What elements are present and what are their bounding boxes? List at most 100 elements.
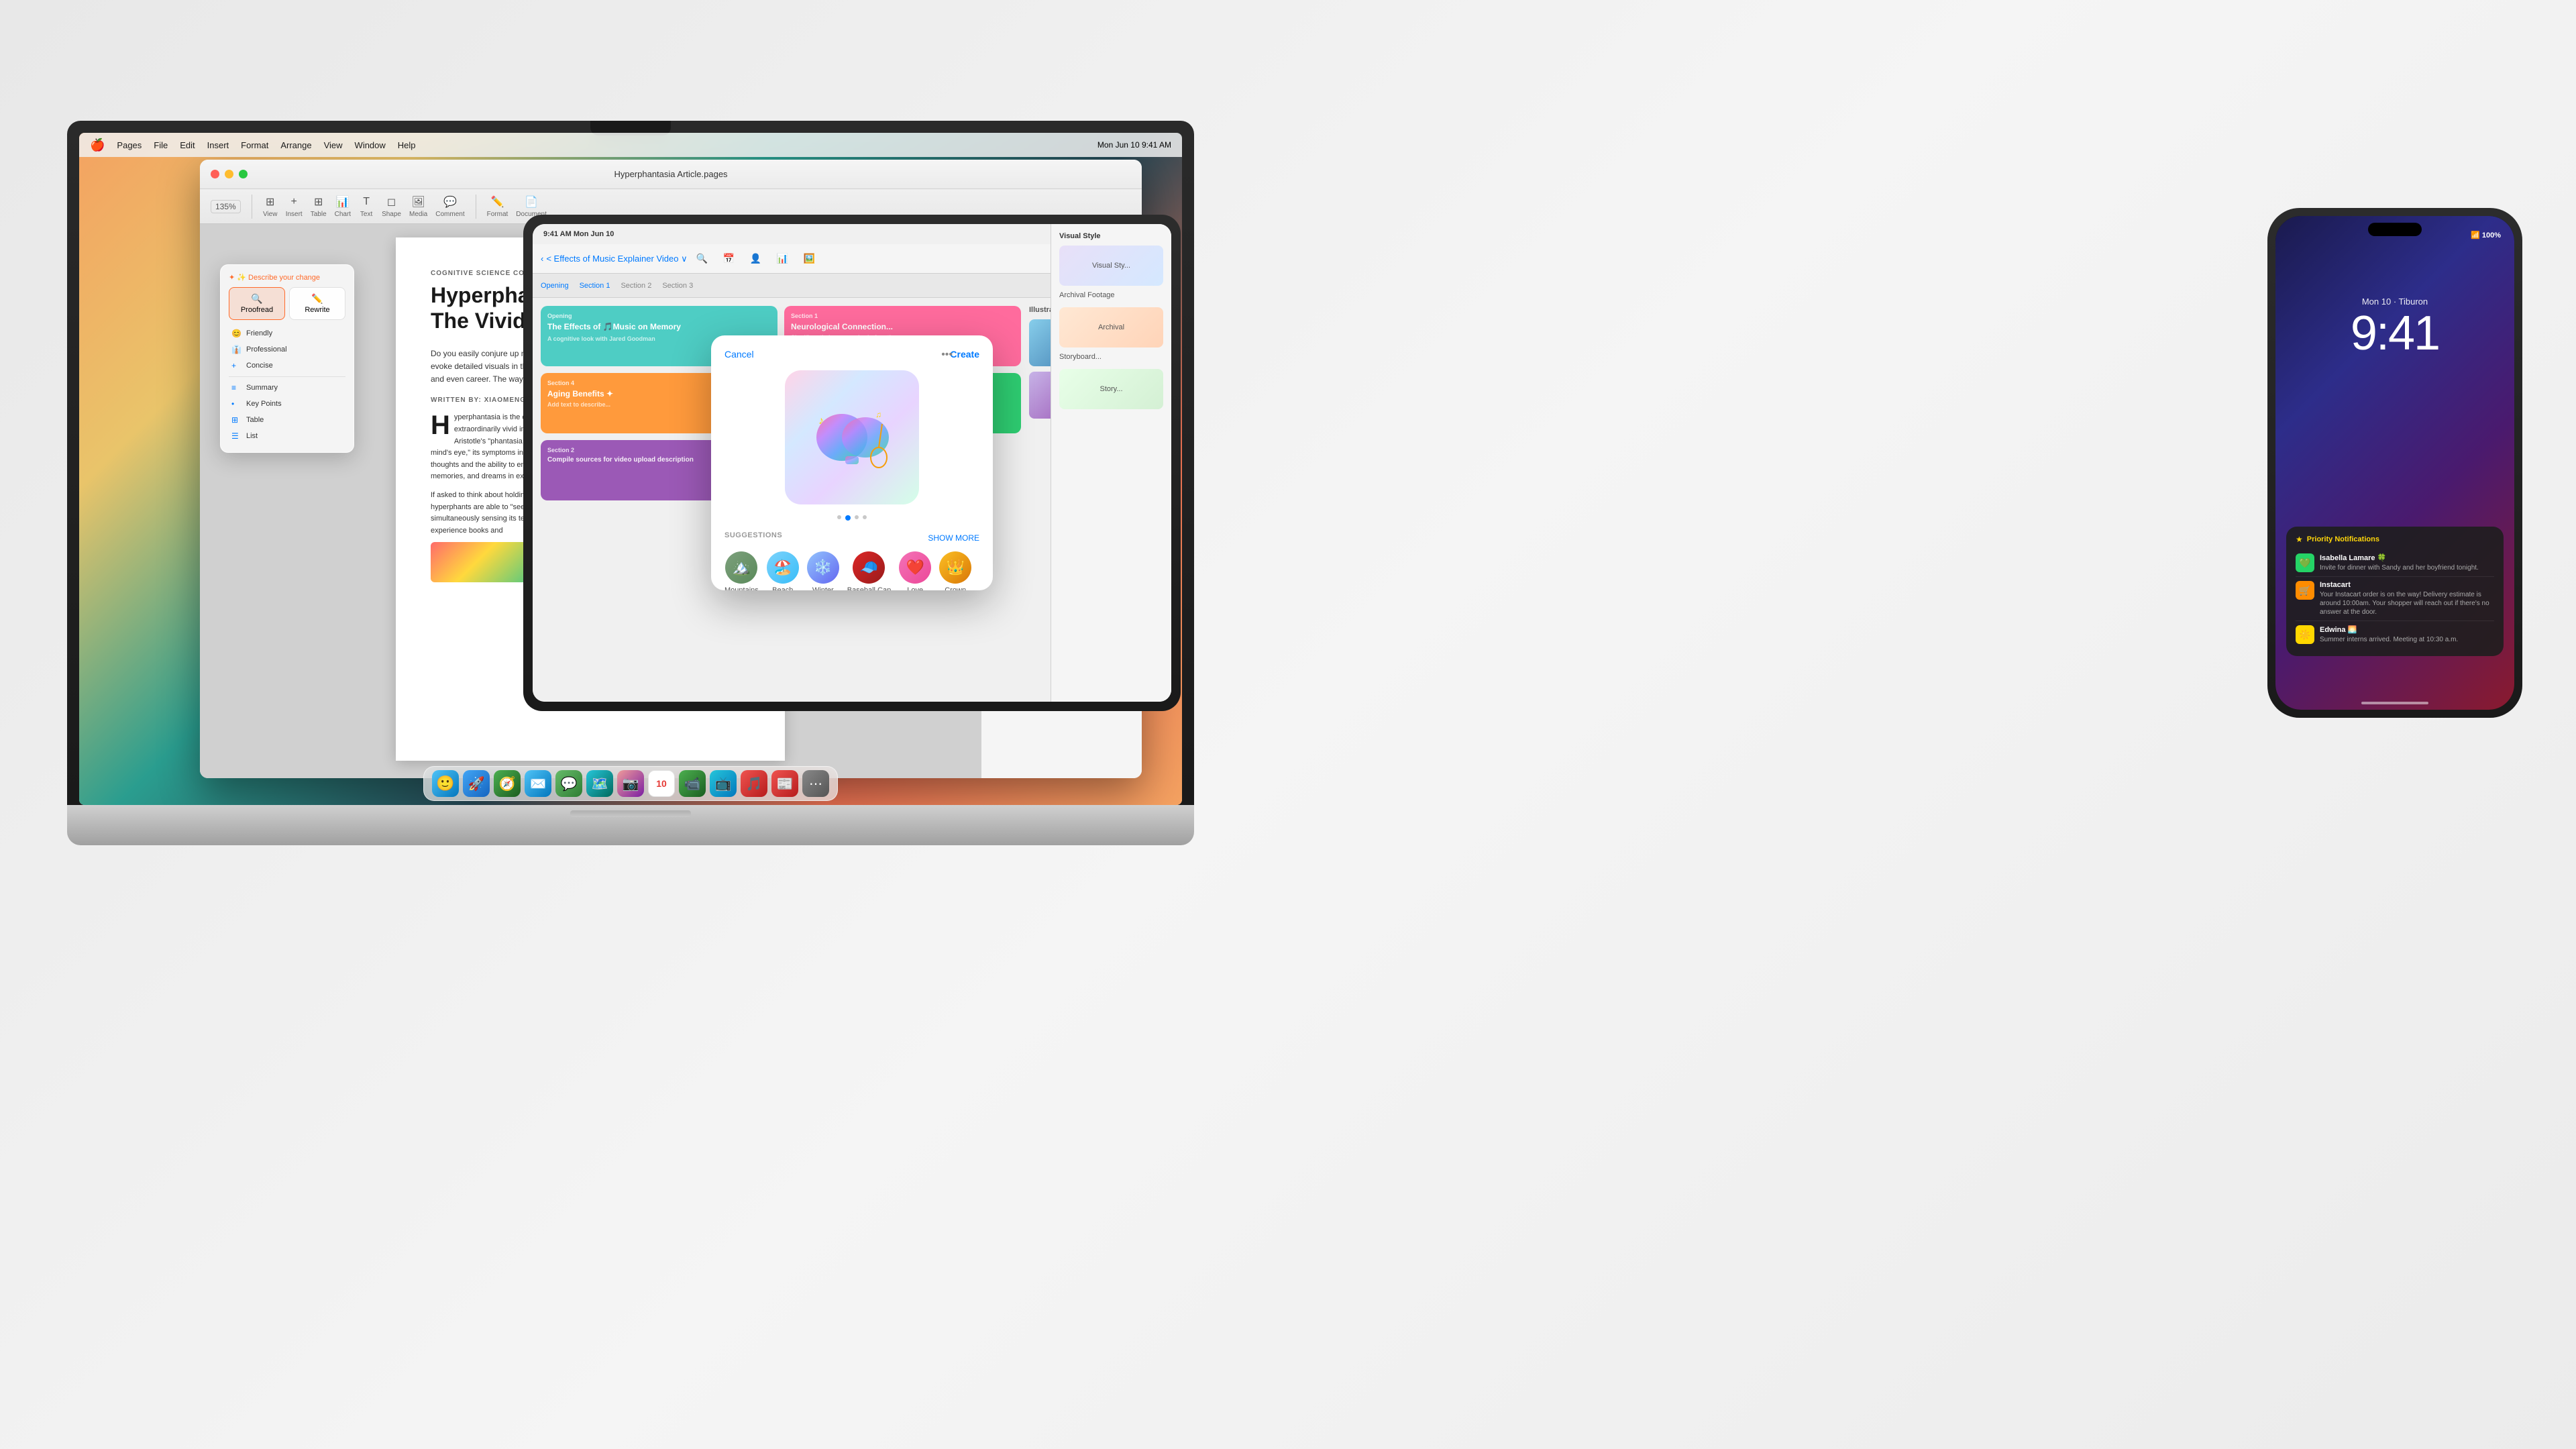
toolbar-table[interactable]: ⊞ Table [311,195,327,218]
menu-arrange[interactable]: Arrange [280,140,311,150]
dock-facetime[interactable]: 📹 [679,770,706,797]
menu-pages[interactable]: Pages [117,140,142,150]
priority-notif-header: ★ Priority Notifications [2296,535,2494,544]
modal-cancel-btn[interactable]: Cancel [724,349,754,360]
list-label: List [246,432,258,440]
ipad-screen: 9:41 AM Mon Jun 10 ... ⚡ ‹ < Effects of … [533,224,1171,702]
notif-edwina[interactable]: ☀️ Edwina 🌅 Summer interns arrived. Meet… [2296,621,2494,648]
proofread-icon: 🔍 [233,293,280,305]
dock-tv[interactable]: 📺 [710,770,737,797]
shape-label: Shape [382,211,401,218]
section-separator-1: Section 2 [621,282,651,290]
wt-item-professional[interactable]: 👔 Professional [229,341,345,358]
wt-item-keypoints[interactable]: • Key Points [229,396,345,412]
ipad-back-btn[interactable]: ‹ < Effects of Music Explainer Video ∨ [541,254,688,264]
wt-item-summary[interactable]: ≡ Summary [229,380,345,396]
dock-music[interactable]: 🎵 [741,770,767,797]
suggestion-mountains[interactable]: 🏔️ Mountains [724,551,759,590]
card-s1-title: Neurological Connection... [791,322,1014,331]
notif-instacart[interactable]: 🛒 Instacart Your Instacart order is on t… [2296,577,2494,621]
maximize-button[interactable] [239,170,248,178]
toolbar-text[interactable]: T Text [359,195,374,218]
menu-edit[interactable]: Edit [180,140,195,150]
wt-header: ✦ ✨ Describe your change [229,273,345,282]
toolbar-view[interactable]: ⊞ View [263,195,278,218]
dock-launchpad[interactable]: 🚀 [463,770,490,797]
dock-more[interactable]: ⋯ [802,770,829,797]
professional-icon: 👔 [231,345,242,354]
modal-suggestions-row: 🏔️ Mountains 🏖️ Beach ❄️ Winter 🧢 [724,551,979,590]
svg-text:♪: ♪ [818,415,824,427]
wt-item-friendly[interactable]: 😊 Friendly [229,325,345,341]
apple-menu[interactable]: 🍎 [90,138,105,152]
mac-menubar: 🍎 Pages File Edit Insert Format Arrange … [79,133,1182,157]
dock-finder[interactable]: 🙂 [432,770,459,797]
summary-icon: ≡ [231,383,242,392]
menu-format[interactable]: Format [241,140,268,150]
ipad-tool-chart[interactable]: 📊 [773,250,792,268]
wt-item-concise[interactable]: + Concise [229,358,345,374]
suggestion-crown[interactable]: 👑 Crown [939,551,971,590]
section-opening[interactable]: Opening [541,282,569,290]
suggestion-winter[interactable]: ❄️ Winter [807,551,839,590]
section-separator-2: Section 3 [662,282,693,290]
beach-label: Beach [772,586,793,590]
vsp-storyboard[interactable]: Story... [1059,369,1163,409]
suggestion-baseball[interactable]: 🧢 Baseball Cap [847,551,891,590]
media-icon: 🖼 [411,195,426,209]
toolbar-media[interactable]: 🖼 Media [409,195,427,218]
dot-2[interactable] [845,515,851,521]
section-1[interactable]: Section 1 [580,282,610,290]
menu-help[interactable]: Help [398,140,416,150]
list-icon: ☰ [231,431,242,441]
wt-rewrite-btn[interactable]: ✏️ Rewrite [289,287,345,320]
rewrite-label: Rewrite [305,306,329,314]
vsp-archival[interactable]: Archival [1059,307,1163,347]
wt-item-list[interactable]: ☰ List [229,428,345,444]
isabella-title: Isabella Lamare 🍀 [2320,553,2494,562]
keypoints-label: Key Points [246,400,282,408]
suggestion-love[interactable]: ❤️ Love [899,551,931,590]
modal-dots [724,515,979,521]
wt-item-table[interactable]: ⊞ Table [229,412,345,428]
modal-more-icon[interactable]: ••• [941,349,953,361]
card-opening-title: The Effects of 🎵Music on Memory [547,322,771,333]
close-button[interactable] [211,170,219,178]
menu-window[interactable]: Window [355,140,386,150]
ipad-tool-image[interactable]: 🖼️ [800,250,819,268]
dock-safari[interactable]: 🧭 [494,770,521,797]
ipad-tool-calendar[interactable]: 📅 [720,250,739,268]
menu-file[interactable]: File [154,140,168,150]
macbook-body-ridge [570,810,691,817]
notif-isabella[interactable]: 💚 Isabella Lamare 🍀 Invite for dinner wi… [2296,549,2494,577]
card-s1-label: Section 1 [791,313,1014,319]
toolbar-chart[interactable]: 📊 Chart [335,195,351,218]
dock-news[interactable]: 📰 [771,770,798,797]
minimize-button[interactable] [225,170,233,178]
dock-messages[interactable]: 💬 [555,770,582,797]
concise-label: Concise [246,362,273,370]
toolbar-insert[interactable]: + Insert [286,195,303,218]
dock-calendar[interactable]: 10 [648,770,675,797]
ipad-tool-person[interactable]: 👤 [747,250,765,268]
dock-maps[interactable]: 🗺️ [586,770,613,797]
doc-dropcap: H [431,412,450,439]
wt-proofread-btn[interactable]: 🔍 Proofread [229,287,285,320]
zoom-level[interactable]: 135% [211,200,241,213]
winter-icon: ❄️ [807,551,839,584]
text-icon: T [359,195,374,209]
suggestion-beach[interactable]: 🏖️ Beach [767,551,799,590]
menu-view[interactable]: View [324,140,343,150]
toolbar-shape[interactable]: ◻ Shape [382,195,401,218]
dock-photos[interactable]: 📷 [617,770,644,797]
toolbar-format[interactable]: ✏️ Format [487,195,508,218]
suggestions-label: SUGGESTIONS [724,531,782,539]
modal-create-btn[interactable]: Create [950,349,979,360]
toolbar-comment[interactable]: 💬 Comment [435,195,464,218]
vsp-storyboard-label: Storyboard... [1059,353,1163,361]
dock-mail[interactable]: ✉️ [525,770,551,797]
ipad-tool-search[interactable]: 🔍 [693,250,712,268]
wt-sparkle-icon: ✦ [229,274,237,282]
menu-insert[interactable]: Insert [207,140,229,150]
show-more-btn[interactable]: SHOW MORE [928,533,979,543]
